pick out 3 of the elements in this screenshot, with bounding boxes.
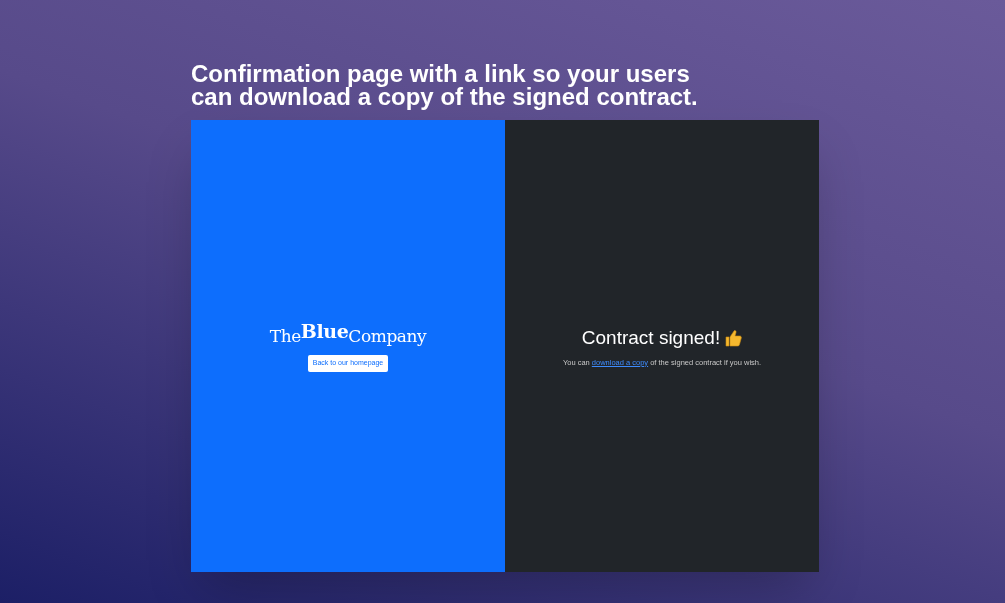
page-title: Contract signed!: [581, 326, 721, 351]
headline: Confirmation page with a link so your users can download a copy of the signed contract.: [191, 62, 699, 108]
thumbs-up-icon: [724, 329, 743, 348]
